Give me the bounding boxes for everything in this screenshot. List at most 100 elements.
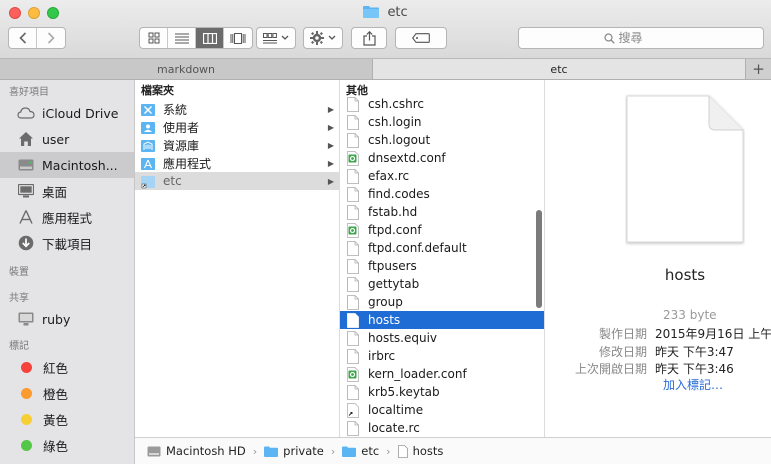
sidebar-tag-orange[interactable]: 橙色: [0, 380, 134, 406]
document-icon: [347, 294, 359, 310]
new-tab-button[interactable]: +: [746, 59, 771, 79]
harddisk-icon: [17, 156, 35, 174]
list-item[interactable]: krb5.keytab: [340, 383, 544, 401]
add-tags-link[interactable]: 加入標記…: [663, 376, 723, 393]
list-item-applications[interactable]: 應用程式 ▶: [135, 154, 339, 172]
edit-tags-button[interactable]: [395, 27, 447, 49]
sidebar-item-label: user: [42, 131, 70, 147]
list-item[interactable]: fstab.hd: [340, 203, 544, 221]
sidebar-item-label: 應用程式: [42, 210, 93, 226]
list-item[interactable]: efax.rc: [340, 167, 544, 185]
list-item[interactable]: csh.cshrc: [340, 95, 544, 113]
list-item[interactable]: hosts: [340, 311, 544, 329]
item-label: localtime: [368, 403, 424, 417]
list-item[interactable]: dnsextd.conf: [340, 149, 544, 167]
column-view-button[interactable]: [196, 28, 224, 48]
applications-icon: [17, 208, 35, 226]
list-item[interactable]: irbrc: [340, 347, 544, 365]
back-forward-group: [8, 27, 66, 49]
item-label: irbrc: [368, 349, 396, 363]
chevron-down-icon: [328, 35, 336, 40]
sidebar-item-user[interactable]: user: [0, 126, 134, 152]
config-file-icon: [347, 150, 359, 166]
created-label: 製作日期: [598, 327, 647, 341]
sidebar-item-downloads[interactable]: 下載項目: [0, 230, 134, 256]
display-icon: [17, 310, 35, 328]
applications-folder-icon: [141, 157, 155, 170]
list-item[interactable]: ftpd.conf.default: [340, 239, 544, 257]
list-icon: [174, 33, 189, 43]
system-folder-icon: [141, 103, 155, 116]
list-item[interactable]: kern_loader.conf: [340, 365, 544, 383]
sidebar-item-label: iCloud Drive: [42, 105, 119, 121]
sidebar-item-desktop[interactable]: 桌面: [0, 178, 134, 204]
icon-view-button[interactable]: [140, 28, 168, 48]
library-folder-icon: [141, 139, 155, 152]
tab-etc[interactable]: etc: [373, 59, 746, 79]
list-item[interactable]: csh.logout: [340, 131, 544, 149]
sidebar-tag-red[interactable]: 紅色: [0, 354, 134, 380]
sidebar-item-ruby[interactable]: ruby: [0, 306, 134, 332]
path-separator-icon: ›: [330, 444, 336, 458]
search-field[interactable]: [518, 27, 764, 49]
list-item[interactable]: locate.rc: [340, 419, 544, 437]
sidebar-item-label: 下載項目: [42, 236, 93, 252]
search-input[interactable]: [618, 31, 679, 45]
alias-file-icon: [347, 402, 359, 418]
list-item[interactable]: hosts.equiv: [340, 329, 544, 347]
opened-label: 上次開啟日期: [574, 362, 647, 376]
item-label: locate.rc: [368, 421, 420, 435]
disclosure-arrow-icon: ▶: [327, 104, 334, 114]
list-item[interactable]: localtime: [340, 401, 544, 419]
column-scrollbar[interactable]: [536, 210, 542, 308]
back-button[interactable]: [9, 28, 37, 48]
item-label: csh.logout: [368, 133, 431, 147]
list-item[interactable]: csh.login: [340, 113, 544, 131]
action-button[interactable]: [303, 27, 343, 49]
sidebar-item-label: ruby: [42, 311, 71, 327]
folder-icon: [264, 446, 279, 457]
path-item-etc[interactable]: etc: [342, 444, 379, 458]
item-label: group: [368, 295, 403, 309]
list-item[interactable]: ftpusers: [340, 257, 544, 275]
path-item-macintosh-hd[interactable]: Macintosh HD: [147, 444, 246, 458]
share-button[interactable]: [351, 27, 387, 49]
window-title: etc: [0, 5, 771, 20]
path-label: etc: [361, 444, 380, 458]
list-item-library[interactable]: 資源庫 ▶: [135, 136, 339, 154]
path-item-hosts[interactable]: hosts: [397, 444, 443, 458]
disclosure-arrow-icon: ▶: [327, 140, 334, 150]
sidebar-item-macintosh-hd[interactable]: Macintosh...: [0, 152, 134, 178]
modified-value: 昨天 下午3:47: [655, 345, 734, 359]
sidebar-item-applications[interactable]: 應用程式: [0, 204, 134, 230]
path-item-private[interactable]: private: [264, 444, 324, 458]
list-item[interactable]: gettytab: [340, 275, 544, 293]
sidebar-item-label: 桌面: [42, 184, 68, 200]
chevron-down-icon: [281, 35, 289, 40]
orange-tag-dot: [21, 387, 32, 399]
list-item-system[interactable]: 系統 ▶: [135, 100, 339, 118]
item-label: 資源庫: [163, 138, 200, 153]
item-label: hosts: [368, 313, 401, 327]
list-item-etc[interactable]: etc ▶: [135, 172, 339, 190]
list-item[interactable]: ftpd.conf: [340, 221, 544, 239]
list-item[interactable]: find.codes: [340, 185, 544, 203]
sidebar-item-label: 紅色: [43, 360, 69, 376]
sidebar-tag-green[interactable]: 綠色: [0, 432, 134, 458]
sidebar-tag-yellow[interactable]: 黃色: [0, 406, 134, 432]
tab-markdown[interactable]: markdown: [0, 59, 373, 79]
list-item-users[interactable]: 使用者 ▶: [135, 118, 339, 136]
forward-button[interactable]: [37, 28, 65, 48]
path-label: Macintosh HD: [166, 444, 246, 458]
list-item[interactable]: group: [340, 293, 544, 311]
cloud-icon: [17, 104, 35, 122]
home-icon: [17, 130, 35, 148]
sidebar-item-icloud-drive[interactable]: iCloud Drive: [0, 100, 134, 126]
list-view-button[interactable]: [168, 28, 196, 48]
item-label: ftpusers: [368, 259, 417, 273]
document-icon: [347, 312, 359, 328]
coverflow-view-button[interactable]: [224, 28, 252, 48]
sidebar-section-shared: 共享: [9, 293, 29, 304]
item-label: 使用者: [163, 120, 200, 135]
arrange-button[interactable]: [256, 27, 296, 49]
